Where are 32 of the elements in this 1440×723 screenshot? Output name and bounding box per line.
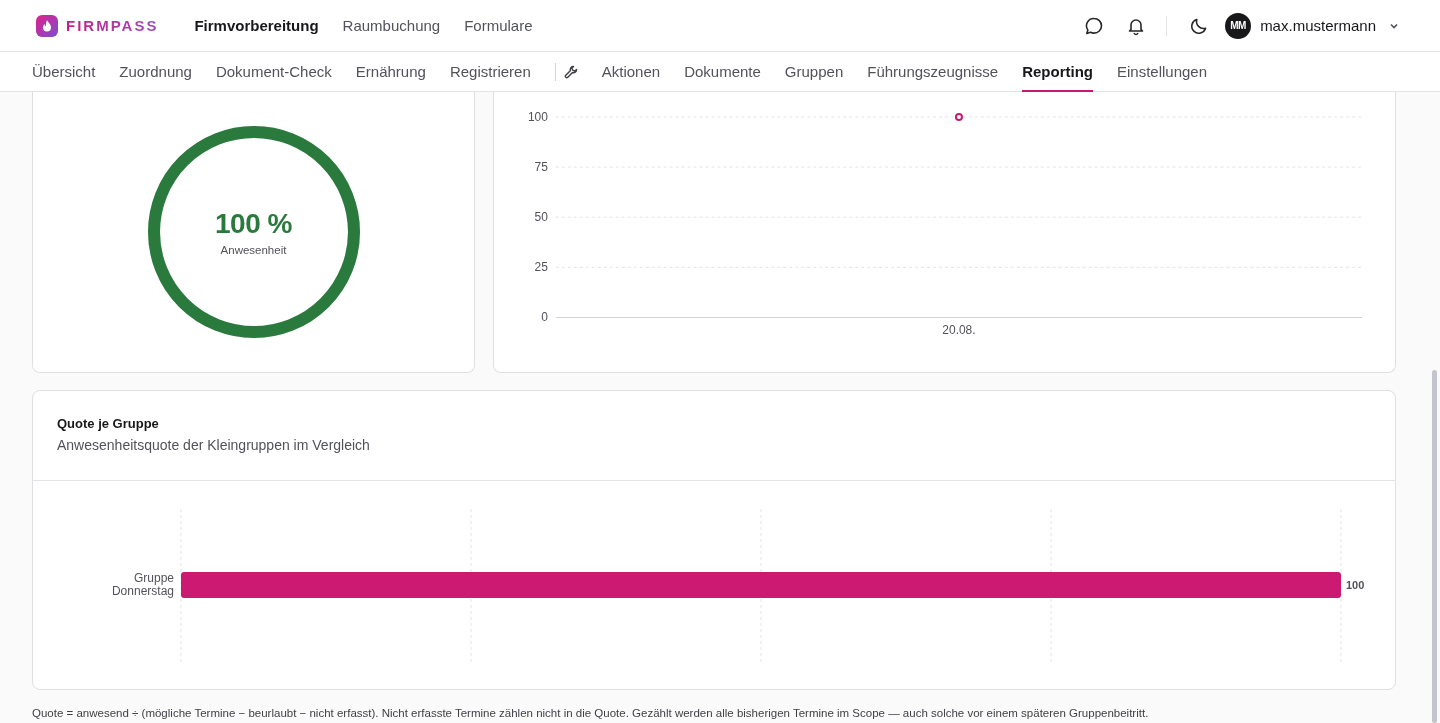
card-subtitle: Anwesenheitsquote der Kleingruppen im Vergleich xyxy=(57,437,371,453)
user-name[interactable]: max.mustermann xyxy=(1260,17,1376,34)
axis-label: 20.08. xyxy=(942,323,976,338)
nav-tab[interactable]: Einstellungen xyxy=(1116,52,1208,92)
nav-link[interactable]: Formulare xyxy=(464,17,533,34)
nav-tab[interactable]: Gruppen xyxy=(784,52,844,92)
axis-label: 25 xyxy=(534,260,548,275)
nav-tab[interactable]: Zuordnung xyxy=(119,52,192,92)
nav-link[interactable]: Firmvorbereitung xyxy=(194,17,319,34)
nav-link[interactable]: Raumbuchung xyxy=(342,17,441,34)
value-label: 100 xyxy=(1346,579,1365,591)
scrollbar[interactable] xyxy=(1432,370,1437,723)
footnote: Quote = anwesend ÷ (mögliche Termine − beurlaubt − nicht erfasst). Nicht erfasste Termine zählen nicht in die Quote. Gezählt werden alle bisherigen Termine im Scope — auch solche vor einem späteren Gruppenbeitritt. xyxy=(32,707,1150,719)
attendance-label: Anwesenheit xyxy=(220,244,287,257)
nav-tab[interactable]: Übersicht xyxy=(32,52,96,92)
nav-tab[interactable]: Dokument-Check xyxy=(215,52,332,92)
axis-label: 100 xyxy=(527,109,548,124)
avatar[interactable]: MM xyxy=(1225,12,1252,39)
wrench-icon[interactable] xyxy=(563,64,578,79)
chat-icon[interactable] xyxy=(1084,15,1105,36)
nav-tab[interactable]: Ernährung xyxy=(355,52,426,92)
axis-label: 75 xyxy=(534,160,548,175)
axis-label: Gruppe Donnerstag xyxy=(110,570,174,598)
nav-tab[interactable]: Dokumente xyxy=(684,52,761,92)
nav-tab[interactable]: Registrieren xyxy=(449,52,531,92)
axis-label: 0 xyxy=(541,310,548,325)
nav-tab[interactable]: Führungszeugnisse xyxy=(867,52,999,92)
axis-label: 50 xyxy=(534,210,548,225)
nav-tab[interactable]: Aktionen xyxy=(601,52,661,92)
card-title: Quote je Gruppe xyxy=(57,416,160,431)
flame-logo-icon xyxy=(36,14,58,37)
attendance-value: 100 % xyxy=(215,208,292,241)
